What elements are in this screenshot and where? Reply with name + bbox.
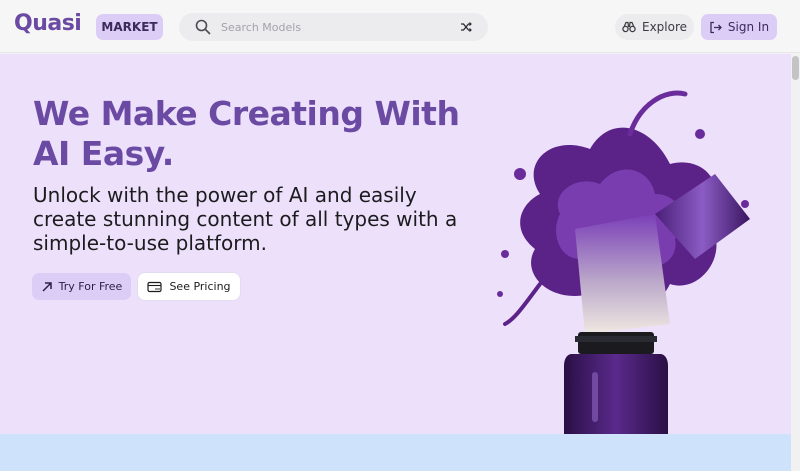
top-navbar: Quasi MARKET Explore Sign In [0,0,800,53]
search-bar[interactable] [179,13,488,41]
scrollbar-thumb[interactable] [792,56,799,80]
login-arrow-icon [710,21,722,33]
arrow-up-right-icon [42,281,52,292]
sign-in-button[interactable]: Sign In [701,14,777,40]
hero-section: We Make Creating With AI Easy. Unlock wi… [0,54,791,434]
price-tag-icon [147,281,163,292]
next-section-band [0,434,791,471]
hero-subheading: Unlock with the power of AI and easily c… [33,183,458,255]
scrollbar[interactable] [791,54,800,471]
logo[interactable]: Quasi [14,11,82,36]
explore-button[interactable]: Explore [615,14,694,40]
search-icon [195,19,211,35]
market-button[interactable]: MARKET [96,14,163,40]
explore-label: Explore [641,20,688,34]
shuffle-icon[interactable] [460,21,472,33]
see-pricing-label: See Pricing [169,280,231,293]
try-for-free-button[interactable]: Try For Free [32,273,131,300]
see-pricing-button[interactable]: See Pricing [138,273,240,300]
paint-brush-illustration [497,90,750,434]
sign-in-label: Sign In [727,20,770,34]
hero-headline: We Make Creating With AI Easy. [33,94,460,173]
try-for-free-label: Try For Free [58,280,123,293]
search-input[interactable] [221,17,451,37]
binoculars-icon [622,21,636,33]
